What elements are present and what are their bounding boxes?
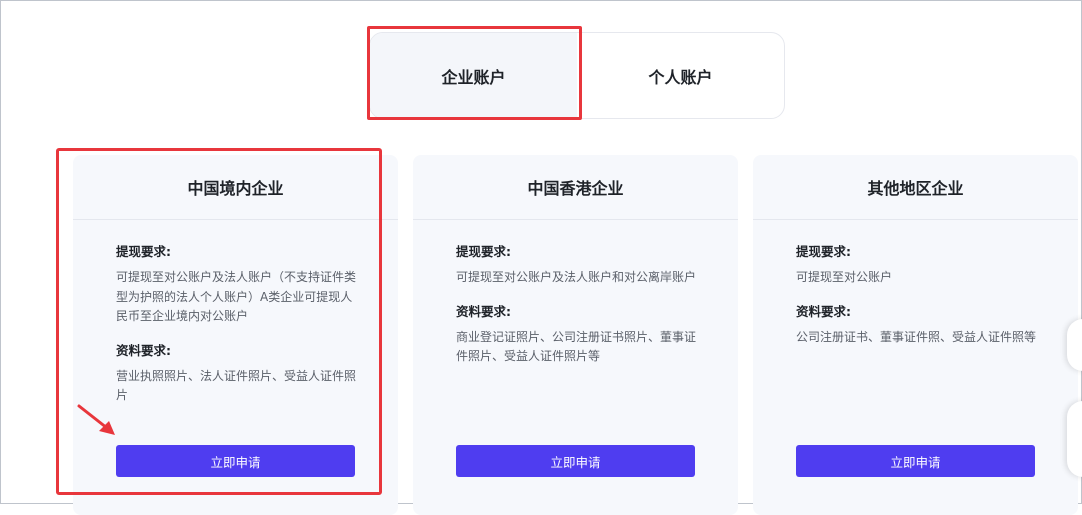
account-type-tabs: 企业账户 个人账户 xyxy=(369,32,785,119)
red-arrow-icon xyxy=(77,404,115,435)
withdraw-requirements-title: 提现要求: xyxy=(796,244,851,259)
card-mainland-enterprise: 中国境内企业 提现要求: 可提现至对公账户及法人账户（不支持证件类型为护照的法人… xyxy=(73,155,398,515)
document-requirements-title: 资料要求: xyxy=(116,342,171,358)
apply-now-button[interactable]: 立即申请 xyxy=(456,445,695,477)
withdraw-requirements-text: 可提现至对公账户 xyxy=(796,270,893,284)
withdraw-requirements-text: 可提现至对公账户及法人账户（不支持证件类型为护照的法人个人账户）A类企业可提现人… xyxy=(116,270,357,323)
document-requirements-text: 公司注册证书、董事证件照、受益人证件照等 xyxy=(796,329,1037,344)
apply-now-button[interactable]: 立即申请 xyxy=(796,445,1035,477)
withdraw-requirements-text: 可提现至对公账户及法人账户和对公离岸账户 xyxy=(456,270,697,284)
document-requirements-text: 商业登记证照片、公司注册证书照片、董事证件照片、受益人证件照片等 xyxy=(456,329,697,364)
document-requirements-text: 营业执照照片、法人证件照片、受益人证件照片 xyxy=(116,368,357,403)
withdraw-requirements-title: 提现要求: xyxy=(116,244,171,259)
card-hongkong-enterprise: 中国香港企业 提现要求: 可提现至对公账户及法人账户和对公离岸账户 资料要求: … xyxy=(413,155,738,515)
apply-now-button[interactable]: 立即申请 xyxy=(116,445,355,477)
card-title: 中国境内企业 xyxy=(73,155,398,220)
card-title: 其他地区企业 xyxy=(753,155,1078,220)
tab-personal-account[interactable]: 个人账户 xyxy=(577,33,784,118)
document-requirements-title: 资料要求: xyxy=(456,303,511,319)
tab-enterprise-account[interactable]: 企业账户 xyxy=(370,33,577,118)
floating-side-tab[interactable] xyxy=(1067,319,1082,371)
withdraw-requirements-title: 提现要求: xyxy=(456,244,511,259)
floating-side-tab[interactable] xyxy=(1067,401,1082,477)
card-title: 中国香港企业 xyxy=(413,155,738,220)
card-other-region-enterprise: 其他地区企业 提现要求: 可提现至对公账户 资料要求: 公司注册证书、董事证件照… xyxy=(753,155,1078,515)
document-requirements-title: 资料要求: xyxy=(796,303,851,319)
